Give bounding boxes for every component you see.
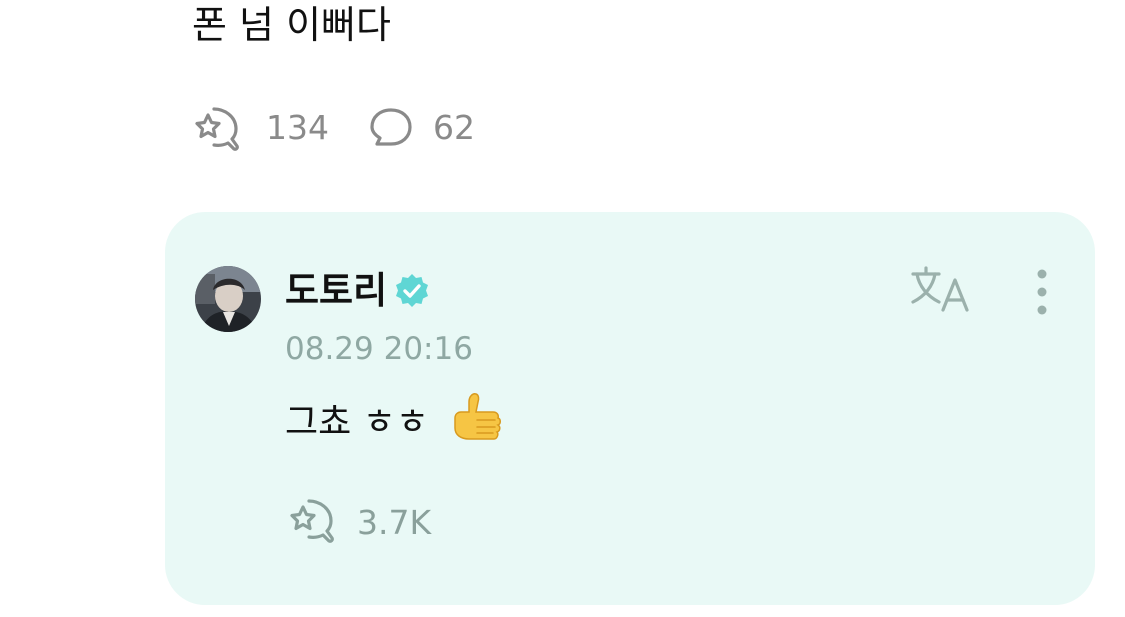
more-vertical-icon <box>1027 269 1057 322</box>
post-like-button[interactable]: 134 <box>192 104 329 152</box>
post-actions: 134 62 <box>192 104 475 152</box>
star-speech-icon <box>192 104 246 152</box>
post-page: 폰 넘 이뻐다 134 62 도토리 08.29 20:16 그쵸 ㅎㅎ 3.7… <box>0 0 1125 617</box>
star-speech-icon <box>287 496 341 548</box>
reply-like-button[interactable]: 3.7K <box>287 498 431 546</box>
reply-text: 그쵸 ㅎㅎ <box>285 402 429 443</box>
reply-content: 그쵸 ㅎㅎ <box>285 388 505 450</box>
thumbs-up-icon <box>447 390 505 448</box>
verified-badge-icon <box>393 272 431 310</box>
more-options-button[interactable] <box>1027 266 1057 318</box>
author-name[interactable]: 도토리 <box>285 266 387 316</box>
avatar[interactable] <box>195 266 261 332</box>
post-comment-button[interactable]: 62 <box>367 104 475 152</box>
post-like-count: 134 <box>266 108 329 147</box>
reply-card: 도토리 08.29 20:16 그쵸 ㅎㅎ 3.7K <box>165 212 1095 605</box>
reply-like-count: 3.7K <box>357 502 432 542</box>
reply-timestamp: 08.29 20:16 <box>285 331 473 367</box>
translate-button[interactable] <box>909 264 975 316</box>
translate-icon <box>909 266 975 320</box>
speech-bubble-icon <box>367 104 421 152</box>
post-comment-count: 62 <box>433 108 475 147</box>
author-row: 도토리 <box>285 266 431 316</box>
post-text: 폰 넘 이뻐다 <box>192 3 391 47</box>
